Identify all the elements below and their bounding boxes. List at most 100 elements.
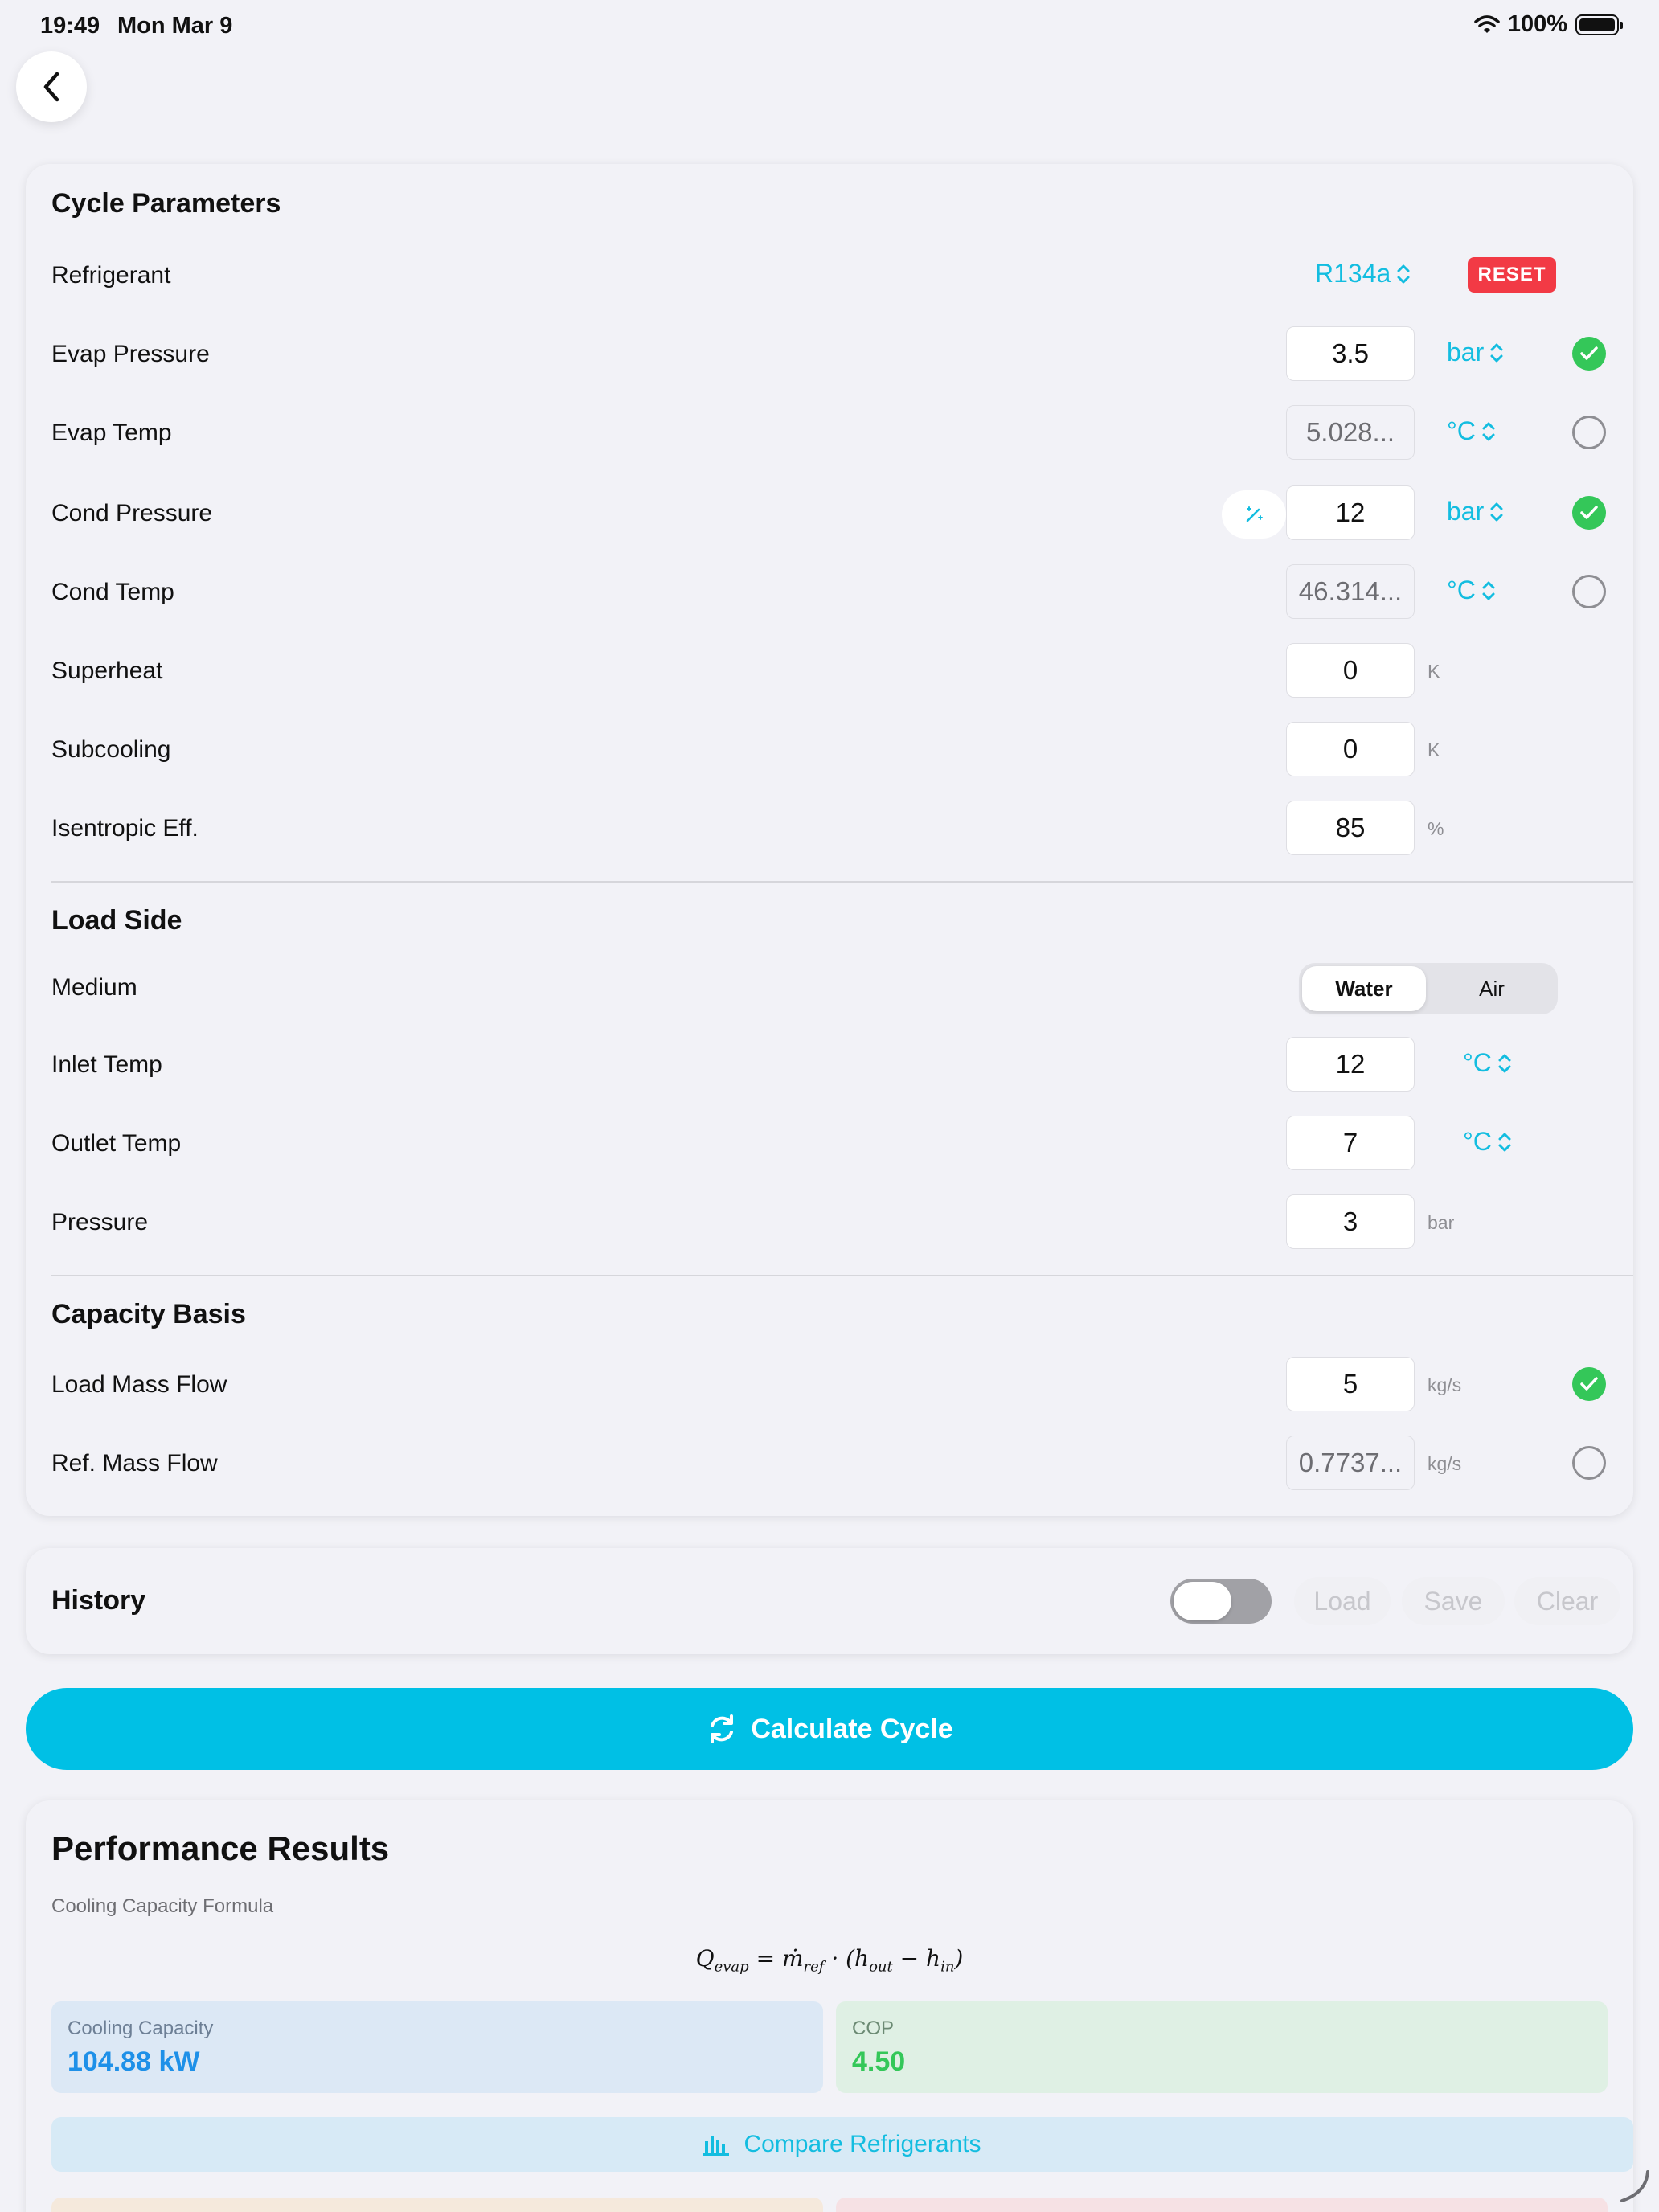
calculate-cycle-label: Calculate Cycle [751, 1713, 953, 1744]
cond-pressure-checkmark[interactable] [1572, 496, 1606, 530]
back-button[interactable] [16, 51, 87, 122]
load-mass-flow-unit: kg/s [1428, 1374, 1462, 1395]
medium-option-air[interactable]: Air [1429, 966, 1555, 1011]
ref-mass-flow-input[interactable]: 0.7737... [1286, 1436, 1415, 1490]
evap-temp-unit: °C [1447, 416, 1476, 445]
refresh-icon [711, 1714, 734, 1743]
chevron-updown-icon [1498, 1133, 1511, 1151]
battery-icon [1575, 14, 1623, 35]
chevron-updown-icon [1490, 343, 1503, 362]
checkmark-icon [1580, 506, 1598, 519]
wand-button[interactable] [1222, 490, 1286, 539]
calculate-cycle-button[interactable]: Calculate Cycle [26, 1688, 1633, 1770]
status-time: 19:49 [40, 13, 100, 39]
refrigerant-value: R134a [1315, 259, 1391, 288]
cooling-capacity-metric: Cooling Capacity 104.88 kW [51, 2001, 823, 2093]
ref-mass-flow-unit: kg/s [1428, 1453, 1462, 1474]
scroll-indicator-icon [1620, 2170, 1649, 2202]
load-pressure-label: Pressure [51, 1209, 149, 1235]
outlet-temp-unit-picker[interactable]: °C [1463, 1127, 1513, 1157]
chevron-updown-icon [1397, 264, 1410, 283]
cycle-parameters-title: Cycle Parameters [51, 188, 281, 219]
cooling-capacity-value: 104.88 kW [68, 2046, 200, 2077]
evap-pressure-input[interactable]: 3.5 [1286, 326, 1415, 381]
refrigerant-label: Refrigerant [51, 262, 171, 289]
cooling-capacity-label: Cooling Capacity [68, 2017, 214, 2039]
isentropic-label: Isentropic Eff. [51, 815, 199, 842]
cond-temp-radio[interactable] [1572, 575, 1606, 608]
inlet-temp-unit-picker[interactable]: °C [1463, 1048, 1513, 1078]
inlet-temp-unit: °C [1463, 1048, 1492, 1077]
inlet-temp-input[interactable]: 12 [1286, 1037, 1415, 1092]
history-title: History [51, 1585, 146, 1616]
checkmark-icon [1580, 1377, 1598, 1391]
chevron-left-icon [43, 72, 59, 102]
cop-value: 4.50 [852, 2046, 906, 2077]
result-tile-partial [836, 2198, 1608, 2212]
history-save-button[interactable]: Save [1402, 1577, 1505, 1625]
medium-segmented-control: Water Air [1299, 963, 1558, 1014]
divider [51, 1275, 1633, 1276]
divider [51, 881, 1633, 883]
history-load-button[interactable]: Load [1294, 1577, 1391, 1625]
cond-temp-input[interactable]: 46.314... [1286, 564, 1415, 619]
load-mass-flow-label: Load Mass Flow [51, 1371, 227, 1398]
subcooling-input[interactable]: 0 [1286, 722, 1415, 776]
evap-temp-unit-picker[interactable]: °C [1447, 416, 1497, 446]
status-bar: 19:49 Mon Mar 9 100% [0, 0, 1659, 53]
load-mass-flow-input[interactable]: 5 [1286, 1357, 1415, 1411]
cycle-parameters-card: Cycle Parameters Refrigerant R134a RESET… [26, 164, 1633, 1516]
cond-temp-unit-picker[interactable]: °C [1447, 576, 1497, 605]
performance-results-card: Performance Results Cooling Capacity For… [26, 1800, 1633, 2212]
evap-temp-radio[interactable] [1572, 416, 1606, 449]
superheat-label: Superheat [51, 657, 163, 684]
superheat-unit: K [1428, 661, 1440, 682]
cond-pressure-label: Cond Pressure [51, 500, 213, 526]
cond-temp-unit: °C [1447, 576, 1476, 604]
cop-metric: COP 4.50 [836, 2001, 1608, 2093]
evap-temp-input[interactable]: 5.028... [1286, 405, 1415, 460]
reset-button[interactable]: RESET [1468, 257, 1556, 293]
load-mass-flow-checkmark[interactable] [1572, 1367, 1606, 1401]
evap-pressure-unit: bar [1447, 338, 1485, 367]
load-pressure-input[interactable]: 3 [1286, 1194, 1415, 1249]
history-card: History Load Save Clear [26, 1548, 1633, 1654]
result-tile-partial [51, 2198, 823, 2212]
chevron-updown-icon [1490, 502, 1503, 521]
compare-refrigerants-button[interactable]: Compare Refrigerants [51, 2117, 1633, 2172]
outlet-temp-label: Outlet Temp [51, 1130, 182, 1157]
ref-mass-flow-radio[interactable] [1572, 1446, 1606, 1480]
wifi-icon [1474, 14, 1500, 33]
isentropic-input[interactable]: 85 [1286, 801, 1415, 855]
cop-label: COP [852, 2017, 895, 2039]
evap-pressure-label: Evap Pressure [51, 341, 210, 367]
history-clear-button[interactable]: Clear [1514, 1577, 1620, 1625]
evap-pressure-unit-picker[interactable]: bar [1447, 338, 1505, 367]
history-toggle[interactable] [1170, 1579, 1272, 1624]
cond-pressure-input[interactable]: 12 [1286, 485, 1415, 540]
battery-percent: 100% [1507, 11, 1567, 37]
cond-pressure-unit-picker[interactable]: bar [1447, 497, 1505, 526]
refrigerant-picker[interactable]: R134a [1315, 259, 1411, 289]
chevron-updown-icon [1482, 581, 1495, 600]
capacity-basis-title: Capacity Basis [51, 1299, 246, 1329]
medium-option-water[interactable]: Water [1302, 966, 1426, 1011]
superheat-input[interactable]: 0 [1286, 643, 1415, 698]
magic-wand-icon [1246, 506, 1263, 522]
ref-mass-flow-label: Ref. Mass Flow [51, 1450, 218, 1477]
evap-temp-label: Evap Temp [51, 420, 172, 446]
results-title: Performance Results [51, 1829, 390, 1867]
outlet-temp-input[interactable]: 7 [1286, 1116, 1415, 1170]
checkmark-icon [1580, 346, 1598, 360]
outlet-temp-unit: °C [1463, 1127, 1492, 1156]
medium-label: Medium [51, 974, 137, 1001]
load-pressure-unit: bar [1428, 1212, 1455, 1233]
inlet-temp-label: Inlet Temp [51, 1051, 162, 1078]
compare-refrigerants-label: Compare Refrigerants [743, 2131, 981, 2157]
subcooling-label: Subcooling [51, 736, 171, 763]
chevron-updown-icon [1482, 422, 1495, 440]
status-right: 100% [1474, 11, 1623, 38]
isentropic-unit: % [1428, 818, 1444, 839]
evap-pressure-checkmark[interactable] [1572, 337, 1606, 371]
formula-label: Cooling Capacity Formula [51, 1895, 274, 1917]
